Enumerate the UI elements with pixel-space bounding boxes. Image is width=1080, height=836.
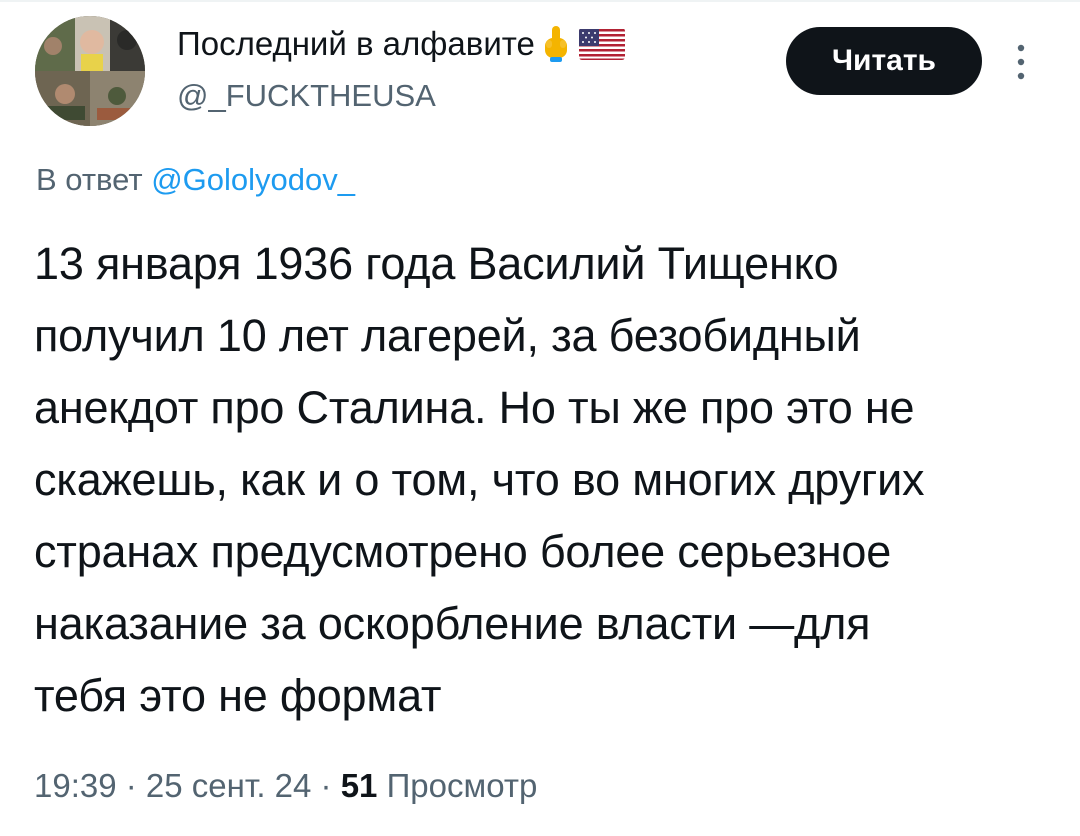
middle-finger-icon bbox=[541, 24, 571, 64]
tweet-line: тебя это не формат bbox=[34, 670, 442, 721]
author-display-name[interactable]: Последний в алфавите bbox=[177, 22, 625, 66]
tweet-line: скажешь, как и о том, что во многих друг… bbox=[34, 454, 925, 505]
meta-separator: · bbox=[116, 767, 146, 804]
top-divider bbox=[0, 0, 1080, 2]
tweet-date[interactable]: 25 сент. 24 bbox=[146, 767, 311, 804]
tweet-meta: 19:39 · 25 сент. 24 · 51 Просмотр bbox=[34, 764, 537, 808]
reply-mention-link[interactable]: @Gololyodov_ bbox=[151, 162, 355, 197]
reply-context: В ответ @Gololyodov_ bbox=[36, 160, 355, 200]
meta-separator: · bbox=[311, 767, 341, 804]
views-count: 51 bbox=[340, 767, 378, 804]
reply-prefix: В ответ bbox=[36, 162, 152, 197]
tweet-line: странах предусмотрено более серьезное bbox=[34, 526, 892, 577]
views-label: Просмотр bbox=[377, 767, 538, 804]
tweet-text: 13 января 1936 года Василий Тищенко полу… bbox=[34, 228, 1054, 732]
author-name-text: Последний в алфавите bbox=[177, 25, 535, 62]
tweet-line: получил 10 лет лагерей, за безобидный bbox=[34, 310, 861, 361]
avatar[interactable] bbox=[35, 16, 145, 126]
tweet-line: анекдот про Сталина. Но ты же про это не bbox=[34, 382, 915, 433]
tweet-line: наказание за оскорбление власти —для bbox=[34, 598, 871, 649]
more-options-icon[interactable] bbox=[1010, 40, 1032, 84]
tweet-time[interactable]: 19:39 bbox=[34, 767, 117, 804]
us-flag-icon bbox=[578, 28, 625, 60]
follow-button[interactable]: Читать bbox=[786, 27, 982, 95]
tweet-line: 13 января 1936 года Василий Тищенко bbox=[34, 238, 839, 289]
avatar-collage-image bbox=[35, 16, 145, 126]
author-handle[interactable]: @_FUCKTHEUSA bbox=[177, 76, 436, 116]
